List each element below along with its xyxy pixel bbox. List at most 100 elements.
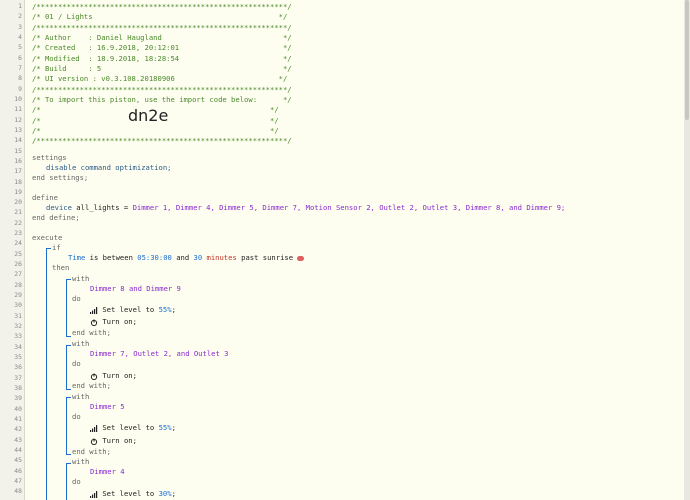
device-keyword: device [46,203,72,212]
task-set-level-1[interactable]: Set level to 55%; [90,305,176,314]
scrollbar-thumb[interactable] [685,0,689,120]
cond-time: 05:30:00 [137,253,172,262]
with-keyword-3[interactable]: with [72,392,89,401]
with-bracket-4-start [66,463,71,464]
comment-blank-close-2: */ [270,116,279,125]
comment-blank-close-3: */ [270,126,279,135]
cond-past: past [236,253,263,262]
line-number: 44 [14,446,22,454]
power-icon [90,437,98,445]
import-code[interactable]: dn2e [128,106,168,125]
line-number: 9 [18,85,22,93]
line-number: 17 [14,167,22,175]
if-condition[interactable]: Time is between 05:30:00 and 30 minutes … [68,253,305,262]
do-keyword-4: do [72,477,81,486]
with-devices-3[interactable]: Dimmer 5 [90,402,125,411]
assign-op: = [119,203,133,212]
comment-created: /* Created : 16.9.2018, 20:12:01 */ [32,43,292,52]
task-turn-on-2[interactable]: Turn on; [90,371,137,380]
comment-modified: /* Modified : 18.9.2018, 18:28:54 */ [32,54,292,63]
line-number: 21 [14,208,22,216]
if-bracket [46,248,47,500]
task-turn-on-3[interactable]: Turn on; [90,436,137,445]
cond-is: is between [85,253,138,262]
with-keyword-2[interactable]: with [72,339,89,348]
execute-keyword[interactable]: execute [32,233,62,242]
do-keyword-1: do [72,294,81,303]
condition-status-icon[interactable] [297,255,305,261]
with-keyword-1[interactable]: with [72,274,89,283]
line-number: 2 [18,12,22,20]
comment-ui-version: /* UI version : v0.3.108.20180906 */ [32,74,288,83]
comment-title: /* 01 / Lights */ [32,12,288,21]
comment-blank-open-3: /* [32,126,41,135]
task-text: Set level to [102,423,159,432]
settings-line[interactable]: disable command optimization; [46,163,172,172]
do-keyword-2: do [72,359,81,368]
semicolon: ; [171,305,176,314]
define-end: end define; [32,213,80,222]
cond-and: and [171,253,194,262]
line-number: 23 [14,229,22,237]
with-devices-1[interactable]: Dimmer 8 and Dimmer 9 [90,284,181,293]
device-declaration[interactable]: device all_lights = Dimmer 1, Dimmer 4, … [46,203,565,212]
with-devices-4[interactable]: Dimmer 4 [90,467,125,476]
with-bracket-3 [66,397,67,455]
line-number: 15 [14,147,22,155]
semicolon: ; [171,489,176,498]
line-number: 18 [14,178,22,186]
settings-keyword[interactable]: settings [32,153,67,162]
task-set-level-4[interactable]: Set level to 30%; [90,489,176,498]
piston-code-view: 1 2 3 4 5 6 7 8 9 10 11 12 13 14 15 16 17 18 19 20 21 22 23 24 2… [0,0,690,500]
comment-blank-open-2: /* [32,116,41,125]
line-number: 20 [14,198,22,206]
line-number: 46 [14,467,22,475]
with-keyword-4[interactable]: with [72,457,89,466]
with-bracket-4 [66,463,67,500]
with-bracket-1-end [66,336,71,337]
device-list: Dimmer 1, Dimmer 4, Dimmer 5, Dimmer 7, … [132,203,566,212]
settings-end: end settings; [32,173,89,182]
line-number: 8 [18,74,22,82]
task-text: Set level to [102,305,159,314]
comment-stars-3: /***************************************… [32,85,292,94]
task-set-level-3[interactable]: Set level to 55%; [90,423,176,432]
line-number: 32 [14,322,22,330]
with-bracket-2-start [66,345,71,346]
with-bracket-2 [66,345,67,390]
then-keyword: then [52,263,70,272]
line-number: 35 [14,353,22,361]
define-keyword[interactable]: define [32,193,58,202]
line-number: 24 [14,239,22,247]
with-devices-2[interactable]: Dimmer 7, Outlet 2, and Outlet 3 [90,349,228,358]
line-number: 28 [14,281,22,289]
line-number: 36 [14,363,22,371]
line-number: 37 [14,374,22,382]
cond-subject: Time [68,253,86,262]
if-keyword[interactable]: if [52,243,61,252]
comment-stars-2: /***************************************… [32,23,292,32]
power-icon [90,372,98,380]
line-number: 43 [14,436,22,444]
line-number: 31 [14,312,22,320]
cond-event: sunrise [262,253,294,262]
signal-icon [90,306,98,314]
line-number: 45 [14,456,22,464]
task-text: Set level to [102,489,159,498]
comment-blank-open-1: /* [32,105,41,114]
line-number: 29 [14,291,22,299]
with-bracket-2-end [66,389,71,390]
task-text: Turn on; [102,317,137,326]
line-number: 48 [14,487,22,495]
line-number: 12 [14,116,22,124]
line-number: 22 [14,219,22,227]
task-turn-on-1[interactable]: Turn on; [90,317,137,326]
line-number: 7 [18,64,22,72]
semicolon: ; [171,423,176,432]
comment-blank-close-1: */ [270,105,279,114]
line-number: 6 [18,54,22,62]
line-number: 41 [14,415,22,423]
line-number: 13 [14,126,22,134]
line-number: 27 [14,270,22,278]
cond-num: 30 [193,253,203,262]
